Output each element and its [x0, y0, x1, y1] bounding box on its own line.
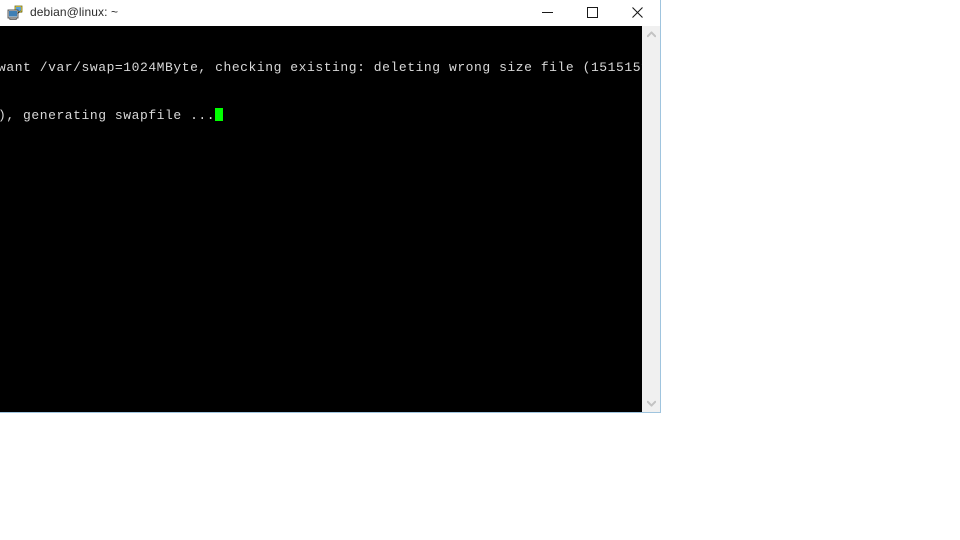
maximize-button[interactable] [570, 0, 615, 25]
minimize-icon [542, 7, 553, 18]
maximize-icon [587, 7, 598, 18]
window-client-area: want /var/swap=1024MByte, checking exist… [0, 26, 660, 412]
close-icon [632, 7, 643, 18]
scrollbar-thumb[interactable] [643, 43, 660, 395]
putty-icon [7, 5, 23, 21]
terminal-line: want /var/swap=1024MByte, checking exist… [0, 60, 642, 75]
terminal-line-with-cursor: ), generating swapfile ... [0, 108, 642, 124]
terminal-screen[interactable]: want /var/swap=1024MByte, checking exist… [0, 26, 642, 412]
scrollbar-track[interactable] [643, 43, 660, 395]
chevron-up-icon [647, 31, 656, 38]
scrollbar-up-button[interactable] [643, 26, 660, 43]
terminal-line-text: ), generating swapfile ... [0, 108, 216, 123]
terminal-scrollbar[interactable] [642, 26, 660, 412]
chevron-down-icon [647, 400, 656, 407]
desktop-background: debian@linux: ~ want /var/swap=1024MByte… [0, 0, 960, 540]
window-title: debian@linux: ~ [30, 5, 119, 19]
minimize-button[interactable] [525, 0, 570, 25]
window-titlebar[interactable]: debian@linux: ~ [0, 0, 660, 26]
putty-terminal-window[interactable]: debian@linux: ~ want /var/swap=1024MByte… [0, 0, 661, 413]
close-button[interactable] [615, 0, 660, 25]
scrollbar-down-button[interactable] [643, 395, 660, 412]
terminal-cursor [215, 108, 224, 121]
terminal-output: want /var/swap=1024MByte, checking exist… [0, 26, 642, 156]
